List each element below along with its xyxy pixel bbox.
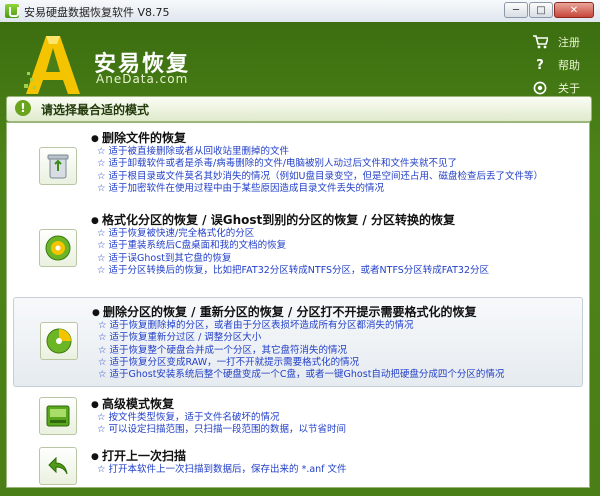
list-item: 适于恢复分区变成RAW，一打不开就提示需要格式化的情况: [98, 357, 504, 369]
option-format-recovery[interactable]: 格式化分区的恢复 / 误Ghost到别的分区的恢复 / 分区转换的恢复 适于恢复…: [13, 211, 583, 285]
section-title: 请选择最合适的模式: [41, 103, 150, 117]
list-item: 适于恢复被快速/完全格式化的分区: [97, 228, 489, 240]
about-button[interactable]: 关于: [532, 78, 580, 98]
logo-a-icon: [24, 36, 80, 94]
disk-format-icon: [39, 229, 77, 267]
window-controls: ─ □ ✕: [503, 2, 594, 18]
list-item: 打开本软件上一次扫描到数据后，保存出来的 *.anf 文件: [97, 464, 347, 476]
list-item: 适于重装系统后C盘桌面和我的文档的恢复: [97, 240, 489, 252]
option-title: 高级模式恢复: [91, 395, 174, 412]
app-icon: [5, 4, 19, 18]
list-item: 适于恢复整个硬盘合并成一个分区，其它盘符消失的情况: [98, 345, 504, 357]
cart-icon: [532, 34, 548, 50]
list-item: 按文件类型恢复，适于文件名破坏的情况: [97, 412, 346, 424]
option-title: 删除分区的恢复 / 重新分区的恢复 / 分区打不开提示需要格式化的恢复: [92, 303, 476, 320]
option-delete-file-recovery[interactable]: 删除文件的恢复 适于被直接删除或者从回收站里删掉的文件 适于卸载软件或者是杀毒/…: [13, 129, 583, 203]
option-advanced-recovery[interactable]: 高级模式恢复 按文件类型恢复，适于文件名破坏的情况 可以设定扫描范围，只扫描一段…: [13, 395, 583, 441]
partition-pie-icon: [40, 322, 78, 360]
option-description-list: 适于恢复删除掉的分区，或者由于分区表损坏造成所有分区都消失的情况 适于恢复重新分…: [98, 320, 505, 381]
option-title: 格式化分区的恢复 / 误Ghost到别的分区的恢复 / 分区转换的恢复: [91, 211, 455, 228]
list-item: 适于根目录或文件莫名其妙消失的情况（例如U盘目录变空，但是空间还占用、磁盘检查后…: [97, 171, 543, 183]
header: 安易恢复 AneData.com 注册 ? 帮助 关于: [0, 22, 600, 96]
help-icon: ?: [536, 57, 544, 73]
list-item: 适于恢复重新分过区 / 调整分区大小: [98, 332, 504, 344]
window-title: 安易硬盘数据恢复软件 V8.75: [24, 6, 170, 19]
title-bar: 安易硬盘数据恢复软件 V8.75 ─ □ ✕: [0, 0, 600, 23]
option-title: 删除文件的恢复: [91, 129, 186, 146]
option-description-list: 打开本软件上一次扫描到数据后，保存出来的 *.anf 文件: [97, 464, 347, 476]
register-button[interactable]: 注册: [532, 32, 580, 52]
option-description-list: 适于恢复被快速/完全格式化的分区 适于重装系统后C盘桌面和我的文档的恢复 适于误…: [97, 228, 489, 277]
option-description-list: 按文件类型恢复，适于文件名破坏的情况 可以设定扫描范围，只扫描一段范围的数据，以…: [97, 412, 347, 437]
advanced-drive-icon: [39, 397, 77, 435]
mode-list: 删除文件的恢复 适于被直接删除或者从回收站里删掉的文件 适于卸载软件或者是杀毒/…: [6, 122, 590, 488]
minimize-button[interactable]: ─: [504, 2, 528, 18]
warning-icon: !: [15, 100, 31, 116]
option-description-list: 适于被直接删除或者从回收站里删掉的文件 适于卸载软件或者是杀毒/病毒删除的文件/…: [97, 146, 543, 195]
list-item: 适于卸载软件或者是杀毒/病毒删除的文件/电脑被别人动过后文件和文件夹就不见了: [97, 158, 543, 170]
close-button[interactable]: ✕: [554, 2, 594, 18]
list-item: 适于加密软件在使用过程中由于某些原因造成目录文件丢失的情况: [97, 183, 543, 195]
list-item: 适于被直接删除或者从回收站里删掉的文件: [97, 146, 543, 158]
toolbar: 注册 ? 帮助 关于: [532, 32, 580, 101]
register-label: 注册: [558, 36, 580, 49]
list-item: 适于恢复删除掉的分区，或者由于分区表损坏造成所有分区都消失的情况: [98, 320, 504, 332]
brand-site: AneData.com: [96, 72, 189, 86]
mode-section-header: ! 请选择最合适的模式: [6, 96, 592, 122]
help-label: 帮助: [558, 59, 580, 72]
list-item: 适于分区转换后的恢复，比如把FAT32分区转成NTFS分区，或者NTFS分区转成…: [97, 265, 489, 277]
maximize-button[interactable]: □: [529, 2, 553, 18]
help-button[interactable]: ? 帮助: [532, 55, 580, 75]
list-item: 可以设定扫描范围，只扫描一段范围的数据，以节省时间: [97, 424, 347, 436]
option-open-last-scan[interactable]: 打开上一次扫描 打开本软件上一次扫描到数据后，保存出来的 *.anf 文件: [13, 447, 583, 485]
option-title: 打开上一次扫描: [91, 447, 186, 464]
option-partition-recovery[interactable]: 删除分区的恢复 / 重新分区的恢复 / 分区打不开提示需要格式化的恢复 适于恢复…: [13, 297, 583, 387]
list-item: 适于误Ghost到其它盘的恢复: [97, 253, 489, 265]
main-frame: 安易恢复 AneData.com 注册 ? 帮助 关于 ! 请选择最合适的模式 …: [0, 22, 600, 496]
list-item: 适于Ghost安装系统后整个硬盘变成一个C盘，或者一键Ghost自动把硬盘分成四…: [98, 369, 505, 381]
back-arrow-icon: [39, 447, 77, 485]
about-label: 关于: [558, 82, 580, 95]
about-icon: [532, 80, 548, 96]
recycle-bin-icon: [39, 147, 77, 185]
